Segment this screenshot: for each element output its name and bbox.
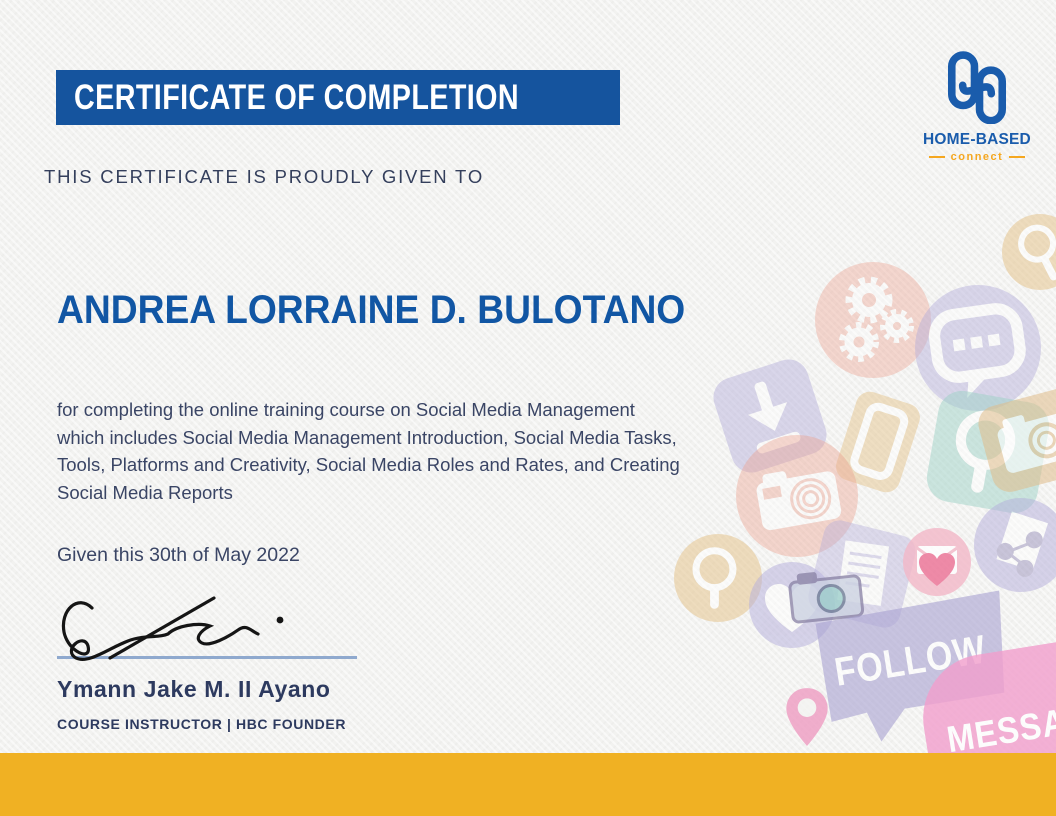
logo-brand-text: HOME-BASED — [923, 131, 1031, 148]
location-pin-icon — [784, 686, 830, 753]
logo-subbrand-text: connect — [950, 151, 1004, 163]
search-icon — [923, 387, 1053, 517]
logo-subbrand-row: connect — [907, 151, 1047, 163]
document-icon — [805, 517, 919, 631]
recipient-name: ANDREA LORRAINE D. BULOTANO — [57, 288, 686, 332]
camera-icon — [736, 435, 858, 557]
signer-title: COURSE INSTRUCTOR | HBC FOUNDER — [57, 716, 347, 732]
certificate-canvas: FOLLOW MESSAGE CERTIFICATE OF COMPLETION… — [0, 0, 1056, 816]
chat-bubble-icon — [915, 285, 1041, 411]
follow-label: FOLLOW — [831, 626, 990, 695]
date-line: Given this 30th of May 2022 — [57, 544, 300, 566]
heart-icon — [749, 562, 835, 648]
gears-icon — [815, 262, 931, 378]
logo-dash-left — [928, 156, 945, 158]
phone-frame-icon — [832, 388, 924, 496]
logo-dash-right — [1009, 156, 1026, 158]
search-icon — [674, 534, 762, 622]
certificate-body: for completing the online training cours… — [57, 396, 680, 506]
body-line: Tools, Platforms and Creativity, Social … — [57, 454, 680, 475]
signature-scrawl — [61, 596, 284, 661]
body-line: Social Media Reports — [57, 481, 233, 503]
download-icon — [708, 354, 832, 478]
share-icon — [974, 498, 1056, 592]
search-icon — [1002, 214, 1056, 290]
body-line: for completing the online training cours… — [57, 399, 635, 420]
camera-icon — [974, 384, 1056, 496]
camera-icon — [782, 561, 870, 632]
body-line: which includes Social Media Management I… — [57, 426, 677, 448]
brand-logo: HOME-BASED connect — [907, 50, 1047, 163]
signer-name: Ymann Jake M. II Ayano — [57, 676, 331, 702]
banner-title: CERTIFICATE OF COMPLETION — [74, 77, 520, 117]
mail-heart-icon — [903, 528, 971, 596]
follow-banner: FOLLOW — [810, 590, 1013, 747]
certificate-tagline: THIS CERTIFICATE IS PROUDLY GIVEN TO — [44, 166, 485, 187]
bottom-accent-bar — [0, 753, 1056, 816]
home-based-logo-icon — [947, 51, 1007, 125]
title-banner: CERTIFICATE OF COMPLETION — [56, 70, 620, 125]
